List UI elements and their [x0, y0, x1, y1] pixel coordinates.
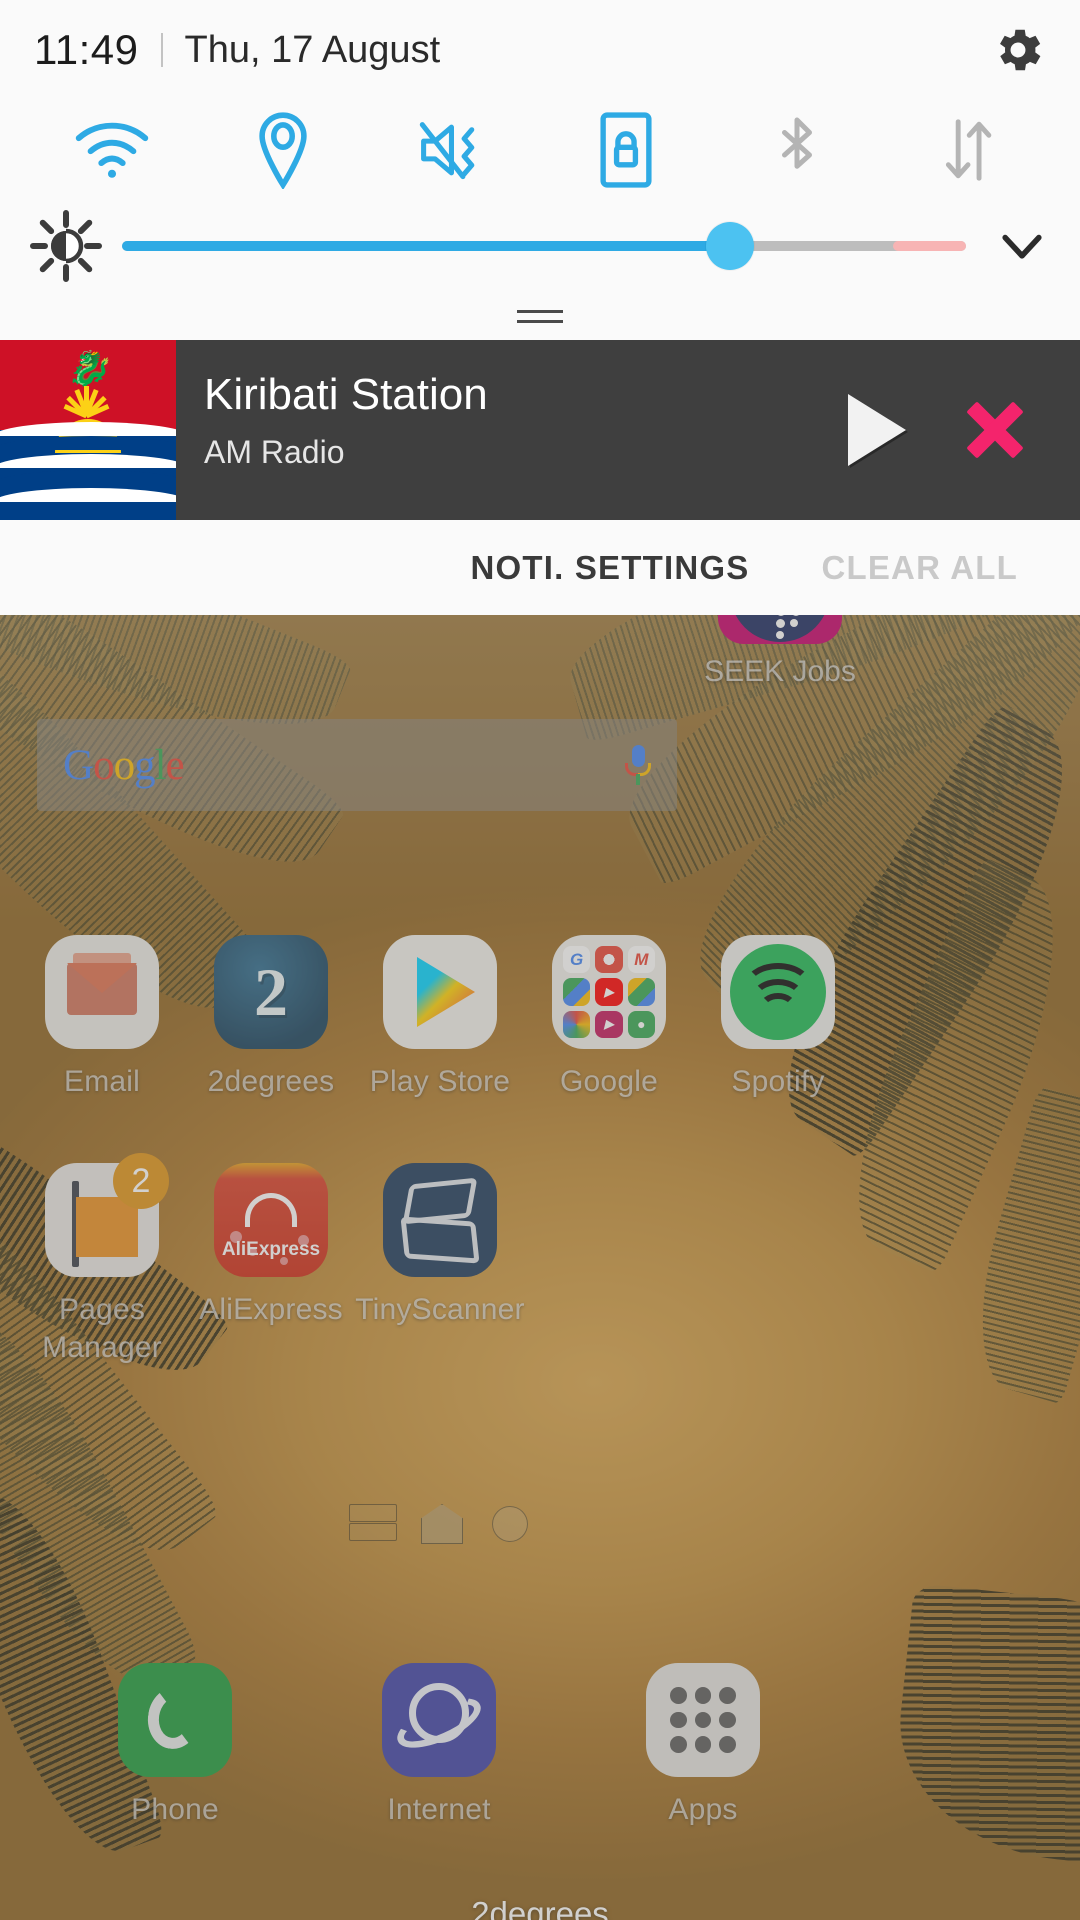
- noti-settings-button[interactable]: NOTI. SETTINGS: [470, 549, 749, 587]
- quick-settings-panel: 11:49 Thu, 17 August: [0, 0, 1080, 340]
- gear-icon[interactable]: [990, 22, 1046, 78]
- notification-action-bar: NOTI. SETTINGS CLEAR ALL: [0, 520, 1080, 615]
- quick-toggle-row: [0, 100, 1080, 200]
- notification-title: Kiribati Station: [204, 370, 488, 419]
- divider: [160, 33, 163, 67]
- location-pin-icon[interactable]: [231, 107, 335, 193]
- mute-vibrate-icon[interactable]: [402, 107, 506, 193]
- status-bar: 11:49 Thu, 17 August: [0, 0, 1080, 100]
- chevron-down-icon[interactable]: [994, 218, 1050, 274]
- rotation-lock-icon[interactable]: [574, 107, 678, 193]
- brightness-row: [0, 200, 1080, 292]
- clock: 11:49: [34, 26, 139, 73]
- close-x-icon[interactable]: [964, 399, 1026, 461]
- brightness-sun-icon[interactable]: [30, 210, 102, 282]
- play-icon[interactable]: [848, 394, 906, 466]
- clear-all-button[interactable]: CLEAR ALL: [821, 549, 1018, 587]
- shade-drag-handle[interactable]: [0, 292, 1080, 340]
- bluetooth-icon[interactable]: [745, 107, 849, 193]
- data-arrows-icon[interactable]: [916, 107, 1020, 193]
- date-label: Thu, 17 August: [184, 28, 441, 71]
- notification-shade: 11:49 Thu, 17 August 🐉 Kiribati Station …: [0, 0, 1080, 615]
- kiribati-flag-icon: 🐉: [0, 340, 176, 520]
- brightness-slider[interactable]: [122, 222, 966, 270]
- notification-item[interactable]: 🐉 Kiribati Station AM Radio: [0, 340, 1080, 520]
- wifi-icon[interactable]: [60, 107, 164, 193]
- notification-actions: [848, 340, 1080, 520]
- notification-subtitle: AM Radio: [204, 434, 345, 470]
